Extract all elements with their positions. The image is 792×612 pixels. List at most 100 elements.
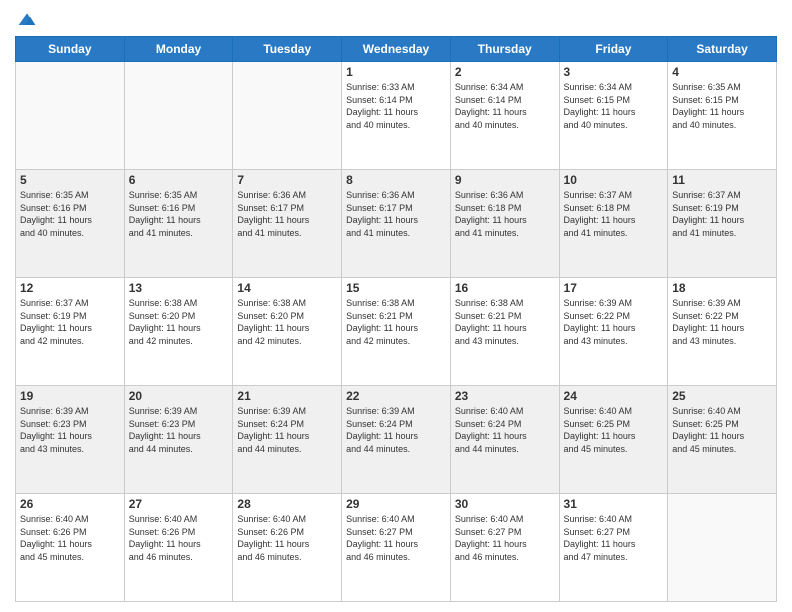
day-number: 30	[455, 497, 555, 511]
day-info: Sunrise: 6:39 AM Sunset: 6:23 PM Dayligh…	[20, 405, 120, 455]
day-info: Sunrise: 6:35 AM Sunset: 6:15 PM Dayligh…	[672, 81, 772, 131]
day-number: 6	[129, 173, 229, 187]
day-number: 2	[455, 65, 555, 79]
calendar-cell: 14 Sunrise: 6:38 AM Sunset: 6:20 PM Dayli…	[233, 278, 342, 386]
calendar-week-row: 12Sunrise: 6:37 AM Sunset: 6:19 PM Dayli…	[16, 278, 777, 386]
calendar-cell: 15 Sunrise: 6:38 AM Sunset: 6:21 PM Dayli…	[342, 278, 451, 386]
calendar-cell: 28 Sunrise: 6:40 AM Sunset: 6:26 PM Dayli…	[233, 494, 342, 602]
day-number: 18	[672, 281, 772, 295]
calendar-cell: 30 Sunrise: 6:40 AM Sunset: 6:27 PM Dayli…	[450, 494, 559, 602]
calendar-cell: 3 Sunrise: 6:34 AM Sunset: 6:15 PM Daylig…	[559, 62, 668, 170]
day-number: 28	[237, 497, 337, 511]
calendar-cell: 21Sunrise: 6:39 AM Sunset: 6:24 PM Dayli…	[233, 386, 342, 494]
header	[15, 10, 777, 30]
day-header-friday: Friday	[559, 37, 668, 62]
day-number: 14	[237, 281, 337, 295]
day-number: 23	[455, 389, 555, 403]
calendar-cell: 8 Sunrise: 6:36 AM Sunset: 6:17 PM Daylig…	[342, 170, 451, 278]
day-info: Sunrise: 6:40 AM Sunset: 6:25 PM Dayligh…	[672, 405, 772, 455]
day-number: 1	[346, 65, 446, 79]
calendar-cell: 2 Sunrise: 6:34 AM Sunset: 6:14 PM Daylig…	[450, 62, 559, 170]
day-number: 31	[564, 497, 664, 511]
day-info: Sunrise: 6:33 AM Sunset: 6:14 PM Dayligh…	[346, 81, 446, 131]
day-info: Sunrise: 6:36 AM Sunset: 6:17 PM Dayligh…	[237, 189, 337, 239]
page: SundayMondayTuesdayWednesdayThursdayFrid…	[0, 0, 792, 612]
day-info: Sunrise: 6:36 AM Sunset: 6:17 PM Dayligh…	[346, 189, 446, 239]
day-info: Sunrise: 6:40 AM Sunset: 6:25 PM Dayligh…	[564, 405, 664, 455]
calendar-cell: 18 Sunrise: 6:39 AM Sunset: 6:22 PM Dayli…	[668, 278, 777, 386]
day-info: Sunrise: 6:38 AM Sunset: 6:21 PM Dayligh…	[455, 297, 555, 347]
calendar-cell: 6 Sunrise: 6:35 AM Sunset: 6:16 PM Daylig…	[124, 170, 233, 278]
calendar-cell: 20 Sunrise: 6:39 AM Sunset: 6:23 PM Dayli…	[124, 386, 233, 494]
day-info: Sunrise: 6:39 AM Sunset: 6:22 PM Dayligh…	[564, 297, 664, 347]
calendar-cell: 13 Sunrise: 6:38 AM Sunset: 6:20 PM Dayli…	[124, 278, 233, 386]
calendar-cell: 26Sunrise: 6:40 AM Sunset: 6:26 PM Dayli…	[16, 494, 125, 602]
day-number: 13	[129, 281, 229, 295]
calendar-cell: 4 Sunrise: 6:35 AM Sunset: 6:15 PM Daylig…	[668, 62, 777, 170]
day-info: Sunrise: 6:39 AM Sunset: 6:24 PM Dayligh…	[237, 405, 337, 455]
day-number: 25	[672, 389, 772, 403]
calendar-cell: 27Sunrise: 6:40 AM Sunset: 6:26 PM Dayli…	[124, 494, 233, 602]
calendar-cell: 1 Sunrise: 6:33 AM Sunset: 6:14 PM Daylig…	[342, 62, 451, 170]
calendar-week-row: 1 Sunrise: 6:33 AM Sunset: 6:14 PM Daylig…	[16, 62, 777, 170]
calendar-cell	[668, 494, 777, 602]
calendar-cell: 23 Sunrise: 6:40 AM Sunset: 6:24 PM Dayli…	[450, 386, 559, 494]
day-info: Sunrise: 6:34 AM Sunset: 6:15 PM Dayligh…	[564, 81, 664, 131]
day-info: Sunrise: 6:38 AM Sunset: 6:21 PM Dayligh…	[346, 297, 446, 347]
day-number: 16	[455, 281, 555, 295]
day-info: Sunrise: 6:38 AM Sunset: 6:20 PM Dayligh…	[237, 297, 337, 347]
calendar-cell: 10Sunrise: 6:37 AM Sunset: 6:18 PM Dayli…	[559, 170, 668, 278]
day-info: Sunrise: 6:40 AM Sunset: 6:27 PM Dayligh…	[455, 513, 555, 563]
day-number: 4	[672, 65, 772, 79]
day-info: Sunrise: 6:36 AM Sunset: 6:18 PM Dayligh…	[455, 189, 555, 239]
day-header-monday: Monday	[124, 37, 233, 62]
day-header-sunday: Sunday	[16, 37, 125, 62]
calendar-cell	[124, 62, 233, 170]
day-number: 15	[346, 281, 446, 295]
day-number: 24	[564, 389, 664, 403]
day-info: Sunrise: 6:35 AM Sunset: 6:16 PM Dayligh…	[129, 189, 229, 239]
calendar-header-row: SundayMondayTuesdayWednesdayThursdayFrid…	[16, 37, 777, 62]
day-number: 29	[346, 497, 446, 511]
day-number: 9	[455, 173, 555, 187]
day-number: 22	[346, 389, 446, 403]
day-number: 5	[20, 173, 120, 187]
calendar-cell: 5Sunrise: 6:35 AM Sunset: 6:16 PM Daylig…	[16, 170, 125, 278]
day-info: Sunrise: 6:40 AM Sunset: 6:26 PM Dayligh…	[129, 513, 229, 563]
day-number: 7	[237, 173, 337, 187]
calendar-cell: 17 Sunrise: 6:39 AM Sunset: 6:22 PM Dayli…	[559, 278, 668, 386]
calendar-cell: 25 Sunrise: 6:40 AM Sunset: 6:25 PM Dayli…	[668, 386, 777, 494]
day-header-tuesday: Tuesday	[233, 37, 342, 62]
day-info: Sunrise: 6:40 AM Sunset: 6:27 PM Dayligh…	[564, 513, 664, 563]
day-header-thursday: Thursday	[450, 37, 559, 62]
day-number: 8	[346, 173, 446, 187]
day-info: Sunrise: 6:40 AM Sunset: 6:27 PM Dayligh…	[346, 513, 446, 563]
calendar-cell: 22Sunrise: 6:39 AM Sunset: 6:24 PM Dayli…	[342, 386, 451, 494]
day-number: 12	[20, 281, 120, 295]
day-number: 17	[564, 281, 664, 295]
calendar-week-row: 26Sunrise: 6:40 AM Sunset: 6:26 PM Dayli…	[16, 494, 777, 602]
calendar-week-row: 5 Sunrise: 6:35 AM Sunset: 6:16 PM Daylig…	[16, 170, 777, 278]
day-info: Sunrise: 6:38 AM Sunset: 6:20 PM Dayligh…	[129, 297, 229, 347]
calendar-cell: 24 Sunrise: 6:40 AM Sunset: 6:25 PM Dayli…	[559, 386, 668, 494]
day-info: Sunrise: 6:37 AM Sunset: 6:19 PM Dayligh…	[672, 189, 772, 239]
day-header-saturday: Saturday	[668, 37, 777, 62]
day-number: 20	[129, 389, 229, 403]
day-info: Sunrise: 6:40 AM Sunset: 6:26 PM Dayligh…	[20, 513, 120, 563]
day-info: Sunrise: 6:39 AM Sunset: 6:22 PM Dayligh…	[672, 297, 772, 347]
calendar-cell	[16, 62, 125, 170]
day-info: Sunrise: 6:40 AM Sunset: 6:24 PM Dayligh…	[455, 405, 555, 455]
day-info: Sunrise: 6:34 AM Sunset: 6:14 PM Dayligh…	[455, 81, 555, 131]
day-number: 3	[564, 65, 664, 79]
day-number: 19	[20, 389, 120, 403]
calendar-cell: 12Sunrise: 6:37 AM Sunset: 6:19 PM Dayli…	[16, 278, 125, 386]
day-info: Sunrise: 6:39 AM Sunset: 6:23 PM Dayligh…	[129, 405, 229, 455]
day-number: 11	[672, 173, 772, 187]
logo-icon	[17, 10, 37, 30]
calendar-cell: 29 Sunrise: 6:40 AM Sunset: 6:27 PM Dayli…	[342, 494, 451, 602]
calendar-cell: 16 Sunrise: 6:38 AM Sunset: 6:21 PM Dayli…	[450, 278, 559, 386]
logo	[15, 10, 37, 30]
day-info: Sunrise: 6:37 AM Sunset: 6:18 PM Dayligh…	[564, 189, 664, 239]
calendar-cell: 31 Sunrise: 6:40 AM Sunset: 6:27 PM Dayli…	[559, 494, 668, 602]
day-info: Sunrise: 6:40 AM Sunset: 6:26 PM Dayligh…	[237, 513, 337, 563]
